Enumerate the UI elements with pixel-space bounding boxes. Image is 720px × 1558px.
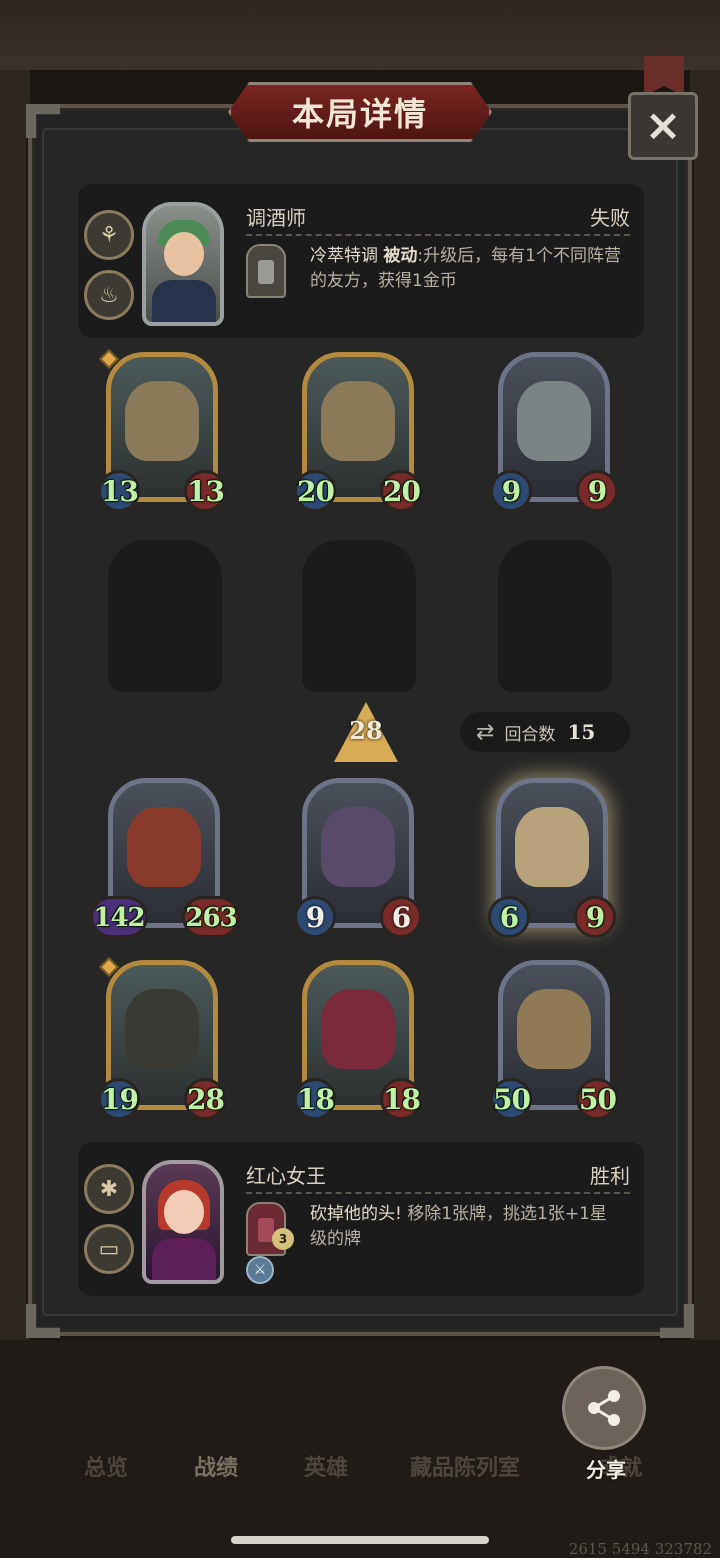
hero-name: 红心女王 xyxy=(246,1164,326,1188)
attack-stat: 19 xyxy=(98,1078,140,1120)
health-stat: 13 xyxy=(184,470,226,512)
tab-collection[interactable]: 藏品陈列室 xyxy=(410,1450,520,1482)
board-minion[interactable]: 9 6 xyxy=(294,778,422,938)
health-stat: 9 xyxy=(574,896,616,938)
health-stat: 263 xyxy=(182,896,240,938)
tab-heroes[interactable]: 英雄 xyxy=(304,1450,348,1482)
attack-stat: 142 xyxy=(90,896,148,938)
board-minion[interactable]: 18 18 xyxy=(294,960,422,1120)
health-stat: 50 xyxy=(576,1078,618,1120)
divider xyxy=(246,234,630,236)
coffin-icon[interactable]: ▭ xyxy=(84,1224,134,1274)
player-info-card: ✱ ▭ 红心女王 胜利 3 ⚔ 砍掉他的头! 移除1张牌，挑选1张+1星级的牌 xyxy=(78,1142,644,1296)
attack-stat: 50 xyxy=(490,1078,532,1120)
tavern-tier-value: 28 xyxy=(349,716,383,745)
empty-board-slot xyxy=(302,540,416,692)
board-minion[interactable]: 50 50 xyxy=(490,960,618,1120)
red-queen-hero-portrait[interactable] xyxy=(142,1160,224,1284)
gift-icon[interactable]: ✱ xyxy=(84,1164,134,1214)
board-minion[interactable]: 6 9 xyxy=(488,778,616,938)
fan-icon[interactable]: ⚘ xyxy=(84,210,134,260)
attack-stat: 9 xyxy=(490,470,532,512)
skill-type: 被动 xyxy=(383,246,418,266)
skill-level-badge: 3 xyxy=(272,1228,294,1250)
share-label: 分享 xyxy=(586,1458,626,1482)
round-label: 回合数 xyxy=(504,724,556,745)
share-icon xyxy=(588,1390,620,1426)
page-title: 本局详情 xyxy=(291,95,428,133)
health-stat: 18 xyxy=(380,1078,422,1120)
skill-name: 冷萃特调 xyxy=(310,246,378,266)
health-stat: 9 xyxy=(576,470,618,512)
background-top xyxy=(0,0,720,70)
shaker-skill-icon[interactable] xyxy=(246,244,286,298)
tab-overview[interactable]: 总览 xyxy=(84,1450,128,1482)
close-icon: × xyxy=(644,100,682,151)
board-minion[interactable]: 13 13 xyxy=(98,349,226,512)
board-minion[interactable]: 19 28 xyxy=(98,957,226,1120)
bartender-hero-portrait[interactable] xyxy=(142,202,224,326)
user-id: 2615 5494 323782 xyxy=(568,1540,712,1558)
attack-stat: 13 xyxy=(98,470,140,512)
match-result: 胜利 xyxy=(590,1164,630,1188)
tab-record[interactable]: 战绩 xyxy=(194,1450,238,1482)
title-banner: 本局详情 xyxy=(228,82,492,142)
attack-stat: 18 xyxy=(294,1078,336,1120)
skill-name: 砍掉他的头! xyxy=(310,1204,402,1224)
hero-skill-description: 冷萃特调 被动:升级后，每有1个不同阵营的友方，获得1金币 xyxy=(310,244,622,294)
board-minion[interactable]: 142 263 xyxy=(90,778,240,938)
health-stat: 20 xyxy=(380,470,422,512)
background-right xyxy=(690,70,720,1390)
refresh-icon: ⇄ xyxy=(476,719,495,745)
round-value: 15 xyxy=(567,720,596,744)
health-stat: 28 xyxy=(184,1078,226,1120)
close-button[interactable]: × xyxy=(628,92,698,160)
board-minion[interactable]: 9 9 xyxy=(490,352,618,512)
hero-name: 调酒师 xyxy=(246,206,306,230)
hero-skill-description: 砍掉他的头! 移除1张牌，挑选1张+1星级的牌 xyxy=(310,1202,622,1252)
attack-stat: 20 xyxy=(294,470,336,512)
lamp-icon[interactable]: ♨ xyxy=(84,270,134,320)
divider xyxy=(246,1192,630,1194)
opponent-info-card: ⚘ ♨ 调酒师 失败 冷萃特调 被动:升级后，每有1个不同阵营的友方，获得1金币 xyxy=(78,184,644,338)
round-counter: ⇄ 回合数 15 xyxy=(460,712,630,752)
health-stat: 6 xyxy=(380,896,422,938)
attack-stat: 9 xyxy=(294,896,336,938)
background-left xyxy=(0,70,30,1390)
empty-board-slot xyxy=(498,540,612,692)
match-result: 失败 xyxy=(590,206,630,230)
banner-flag-icon xyxy=(644,56,684,96)
home-indicator[interactable] xyxy=(231,1536,489,1544)
attack-stat: 6 xyxy=(488,896,530,938)
share-button[interactable] xyxy=(562,1366,646,1450)
sword-icon: ⚔ xyxy=(246,1256,274,1284)
board-minion[interactable]: 20 20 xyxy=(294,352,422,512)
empty-board-slot xyxy=(108,540,222,692)
